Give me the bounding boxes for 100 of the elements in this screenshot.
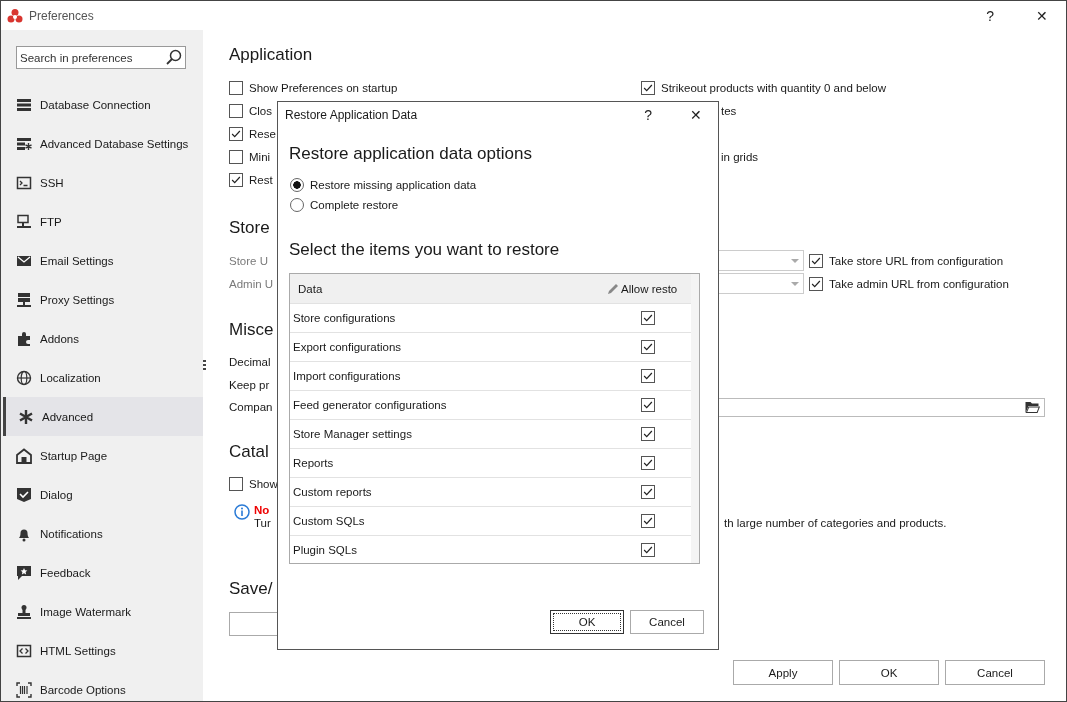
table-cell-text: Custom SQLs [292,515,366,527]
note-title: No [254,503,271,517]
checkbox-label: Clos [249,104,272,117]
help-button[interactable]: ? [640,105,656,125]
sidebar-item[interactable]: Feedback [1,553,203,592]
checkbox-label: Mini [249,150,271,163]
checkbox[interactable] [229,149,243,164]
dialog-heading: Restore application data options [289,143,533,165]
window-title: Preferences [29,8,94,23]
sidebar-item[interactable]: Notifications [1,514,203,553]
search-icon [166,49,182,65]
checkbox-label: Rest [249,173,273,186]
checkbox[interactable] [641,369,655,383]
sidebar-item[interactable]: Advanced Database Settings [1,124,203,163]
dialog-button[interactable]: Apply [733,660,833,685]
chat-star-icon [16,564,32,581]
sidebar-item[interactable]: Proxy Settings [1,280,203,319]
close-button[interactable]: ✕ [1032,5,1052,26]
puzzle-icon [16,330,32,347]
dialog-button[interactable]: Cancel [630,610,704,634]
path-field[interactable] [719,397,1045,417]
close-button[interactable]: ✕ [686,105,706,125]
checkbox-label: Show [249,478,278,490]
radio-label: Restore missing application data [310,179,477,191]
database-icon [16,96,32,113]
dropdown-arrow-icon [791,258,799,263]
app-logo-icon [7,7,23,24]
sidebar-item[interactable]: Image Watermark [1,592,203,631]
radio-button[interactable] [290,198,304,212]
checkbox[interactable] [641,80,655,95]
home-icon [16,447,32,464]
sidebar-item[interactable]: HTML Settings [1,631,203,670]
checkbox[interactable] [641,543,655,557]
section-heading: Catal [229,440,270,463]
search-field[interactable]: Search in preferences [16,46,186,69]
checkbox-label: Take store URL from configuration [829,254,1004,267]
field-label: Decimal [229,356,271,369]
code-icon [16,642,32,659]
dialog-button[interactable]: OK [839,660,939,685]
splitter-grip-icon [203,360,206,370]
checkbox[interactable] [641,427,655,441]
sidebar-item[interactable]: Database Connection [1,85,203,124]
section-heading: Save/ [229,577,274,600]
checkbox[interactable] [229,80,243,95]
section-heading: Application [229,44,314,66]
checkbox-label: Rese [249,127,276,140]
sidebar-item[interactable]: SSH [1,163,203,202]
server-icon [16,291,32,308]
table-cell-text: Export configurations [292,341,403,353]
checkbox[interactable] [641,311,655,325]
checkbox[interactable] [229,172,243,187]
field-label: Store U [229,254,268,267]
note-text: th large number of categories and products. [724,516,947,530]
sidebar-item[interactable]: Localization [1,358,203,397]
sidebar-item[interactable]: Startup Page [1,436,203,475]
globe-icon [16,369,32,386]
terminal-icon [16,174,32,191]
dropdown-arrow-icon [791,281,799,286]
checkbox[interactable] [229,477,243,491]
sidebar-item[interactable]: Addons [1,319,203,358]
note-text: Tur [254,516,271,530]
column-header: Allow resto [621,282,678,295]
sidebar-item[interactable]: Advanced [3,397,203,436]
table-cell-text: Store configurations [292,312,397,324]
dialog-button[interactable]: Cancel [945,660,1045,685]
table-cell-text: Custom reports [292,486,373,498]
table-cell-text: Reports [292,457,335,469]
checkbox-label: Take admin URL from configuration [829,277,1009,290]
stamp-icon [16,603,32,620]
checkbox[interactable] [229,103,243,118]
checkbox[interactable] [809,276,823,291]
radio-button[interactable] [290,178,304,192]
checkbox-label: Strikeout products with quantity 0 and below [661,81,887,94]
pencil-icon [607,282,619,295]
checkbox[interactable] [641,456,655,470]
checkbox[interactable] [809,253,823,268]
sidebar-item[interactable]: FTP [1,202,203,241]
info-icon [234,503,250,520]
barcode-icon [16,681,32,698]
column-header: Data [297,282,324,295]
network-computer-icon [16,213,32,230]
checkbox-label: in grids [721,150,759,163]
help-button[interactable]: ? [982,5,998,26]
field-label: Admin U [229,277,274,290]
field-label: Compan [229,401,273,414]
checkbox[interactable] [229,126,243,141]
sidebar-item[interactable]: Email Settings [1,241,203,280]
checkbox[interactable] [641,398,655,412]
asterisk-icon [18,408,34,425]
radio-label: Complete restore [310,199,399,211]
dialog-button[interactable]: OK [550,610,624,634]
sidebar-item[interactable]: Dialog [1,475,203,514]
dialog-heading: Select the items you want to restore [289,239,561,261]
section-heading: Store [229,217,271,239]
checkbox[interactable] [641,340,655,354]
checkbox[interactable] [641,514,655,528]
checkbox-label: tes [721,104,737,117]
sidebar-item[interactable]: Barcode Options [1,670,203,701]
checkbox[interactable] [641,485,655,499]
table-cell-text: Feed generator configurations [292,399,448,411]
